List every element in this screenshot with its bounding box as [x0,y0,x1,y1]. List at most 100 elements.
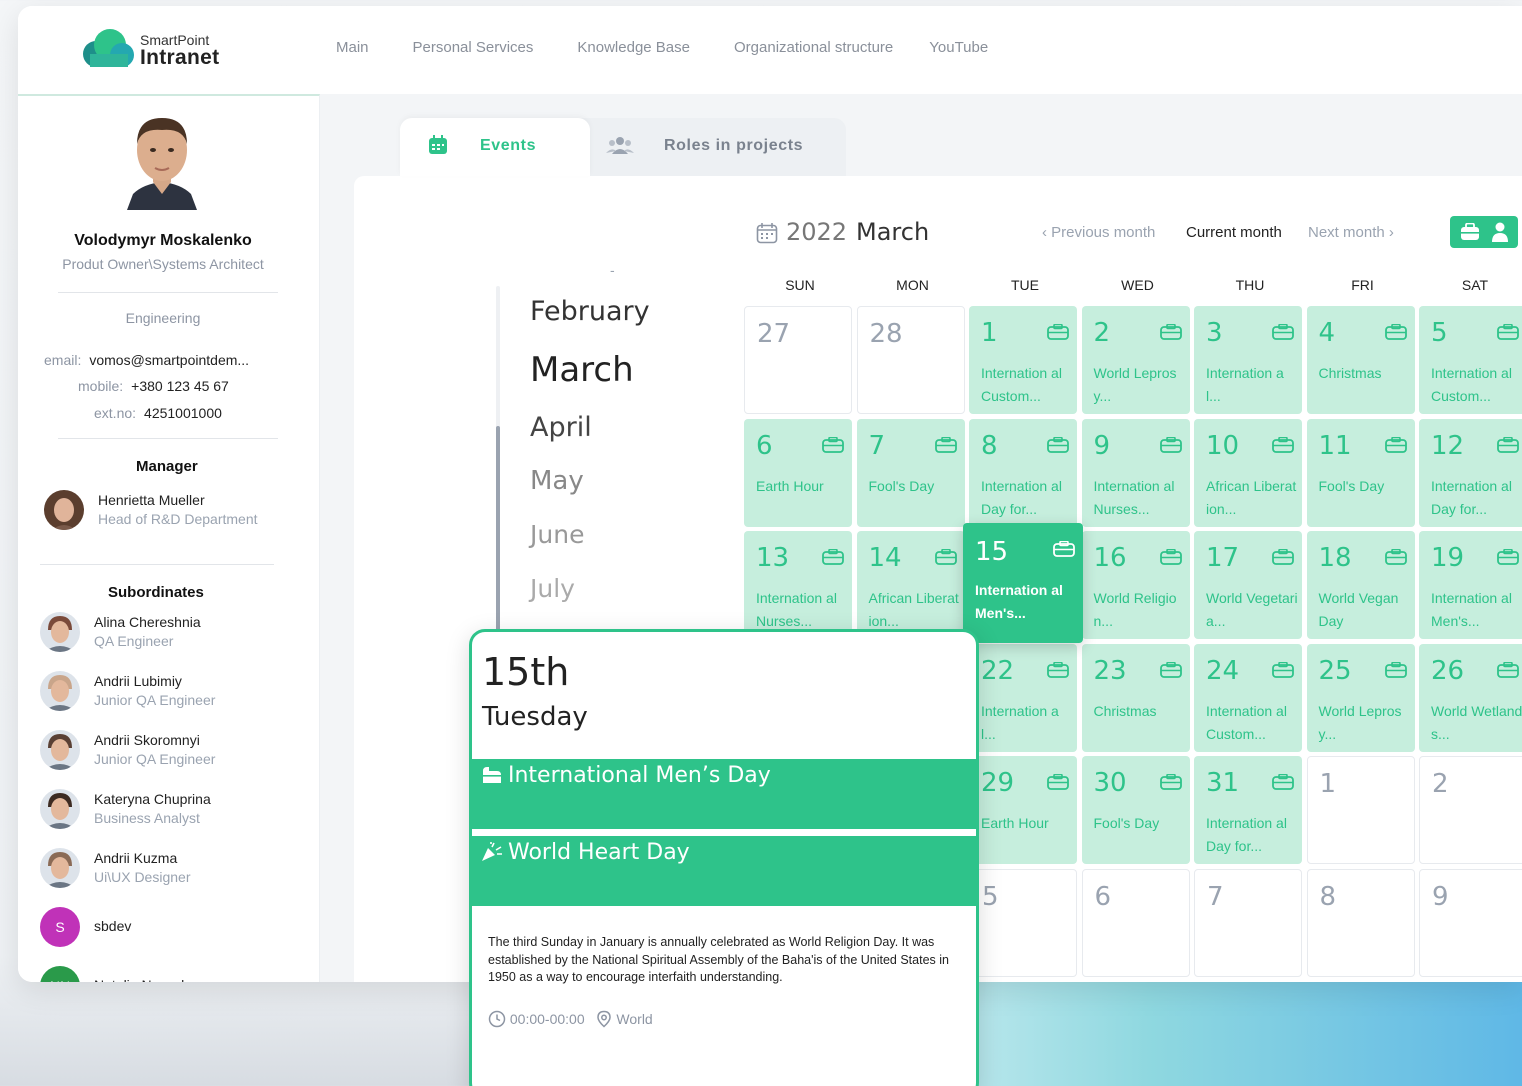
tab-events[interactable]: Events [400,118,590,176]
calendar-day-cell[interactable]: 4 Christmas [1306,306,1415,414]
calendar-day-cell[interactable]: 14 African Liberation... [856,531,965,639]
day-number: 3 [1206,318,1223,348]
calendar-day-cell[interactable]: 2 [1419,756,1522,864]
calendar-day-cell[interactable]: 26 World Wetlands... [1419,643,1522,752]
month-item-march[interactable]: March [530,350,634,390]
calendar-day-cell[interactable]: 27 [744,306,852,414]
subordinate-item[interactable]: Andrii Skoromnyi Junior QA Engineer [40,730,300,772]
location-pin-icon [596,1010,611,1028]
briefcase-icon [1497,661,1519,678]
calendar-day-cell[interactable]: 12 Internation al Day for... [1419,418,1522,527]
profile-photo [127,118,197,210]
profile-department[interactable]: Engineering [18,310,308,326]
calendar-day-cell[interactable]: 13 Internation al Nurses... [744,531,852,639]
calendar-day-cell[interactable]: 17 World Vegetaria... [1194,531,1302,639]
calendar-day-cell[interactable]: 8 Internation al Day for... [969,418,1077,527]
day-number: 23 [1093,655,1127,686]
calendar-day-cell[interactable]: 1 [1306,756,1415,864]
calendar-outline-icon [756,223,778,244]
subordinate-item[interactable]: NN Natalia Nenych [40,966,300,982]
briefcase-icon [1159,661,1182,678]
previous-month-link[interactable]: ‹ Previous month [1042,224,1155,241]
calendar-day-cell[interactable]: 18 World Vegan Day [1306,531,1415,639]
calendar-view-toggle[interactable] [1450,216,1518,248]
calendar-day-cell[interactable]: 6 [1081,868,1190,977]
calendar-day-cell[interactable]: 11 Fool's Day [1306,418,1415,527]
popup-day: 15th [482,650,570,694]
popup-event-item[interactable]: International Men’s Day [472,759,976,829]
popup-event-item[interactable]: World Heart Day [472,836,976,906]
month-item-february[interactable]: February [530,296,650,327]
calendar-day-cell[interactable]: 3 Internation al... [1194,306,1302,414]
calendar-day-cell[interactable]: 9 Internation al Nurses... [1081,418,1190,527]
calendar-day-cell[interactable]: 1 Internation al Custom... [969,306,1077,414]
next-month-link[interactable]: Next month › [1308,224,1394,241]
nav-organizational-structure[interactable]: Organizational structure [734,39,893,56]
day-number: 8 [1319,881,1337,912]
subordinate-item[interactable]: Andrii Lubimiy Junior QA Engineer [40,671,300,713]
month-item-july[interactable]: July [530,574,575,603]
day-number: 28 [869,319,903,349]
calendar-day-cell[interactable]: 10 African Liberation... [1194,418,1302,527]
profile-ext-row: ext.no: 4251001000 [94,405,222,421]
day-event-label: Fool's Day [1318,477,1385,494]
calendar-day-cell[interactable]: 2 World Leprosy... [1081,306,1190,414]
calendar-day-cell[interactable]: 29 Earth Hour [969,756,1077,864]
calendar-day-cell[interactable]: 8 [1306,868,1415,977]
month-scroll-thumb[interactable] [496,426,500,646]
logo[interactable]: SmartPoint Intranet [82,26,232,70]
month-item-june[interactable]: June [530,520,584,549]
calendar-day-cell[interactable]: 23 Christmas [1081,643,1190,752]
briefcase-icon [1272,773,1294,790]
divider [58,292,278,293]
nav-main[interactable]: Main [336,39,369,56]
month-item-may[interactable]: May [530,466,584,496]
calendar-day-cell[interactable]: 19 Internation al Men's... [1419,531,1522,639]
profile-ext: 4251001000 [144,405,222,421]
manager-card[interactable]: Henrietta Mueller Head of R&D Department [44,490,304,532]
day-event-label: World Vegan Day [1318,590,1399,629]
calendar-day-cell[interactable]: 30 Fool's Day [1081,756,1190,864]
day-number: 19 [1431,543,1465,573]
briefcase-icon [1384,436,1407,453]
calendar-day-cell[interactable]: 24 Internation al Custom... [1194,643,1302,752]
profile-email[interactable]: vomos@smartpointdem... [89,352,249,368]
calendar-day-cell[interactable]: 28 [856,306,965,414]
calendar-day-cell[interactable]: 5 [969,868,1077,977]
day-event-label: Fool's Day [868,477,935,494]
subordinate-item[interactable]: Andrii Kuzma Ui\UX Designer [40,848,300,890]
day-event-label: Internation al Day for... [1206,815,1287,854]
calendar-day-cell[interactable]: 7 Fool's Day [856,418,965,527]
subordinate-item[interactable]: Alina Chereshnia QA Engineer [40,612,300,654]
nav-knowledge-base[interactable]: Knowledge Base [577,39,690,56]
nav-personal-services[interactable]: Personal Services [413,39,534,56]
calendar-day-cell[interactable]: 7 [1194,868,1302,977]
calendar-day-cell[interactable]: 15 Internation al Men's... [963,523,1083,643]
weekday-label: THU [1235,277,1265,293]
main-nav: Main Personal Services Knowledge Base Or… [336,39,1032,56]
subordinate-item[interactable]: Kateryna Chuprina Business Analyst [40,789,300,831]
calendar-day-cell[interactable]: 16 World Religion... [1081,531,1190,639]
calendar-day-cell[interactable]: 9 [1419,868,1522,977]
calendar-month: March [856,218,930,246]
calendar-day-cell[interactable]: 25 World Leprosy... [1306,643,1415,752]
subordinate-item[interactable]: Ssbdev [40,907,300,949]
day-event-label: World Leprosy... [1093,365,1177,404]
weekday-label: SAT [1461,277,1489,293]
popup-event-title: World Heart Day [508,840,690,865]
subordinate-role: Junior QA Engineer [94,751,216,767]
divider [58,438,278,439]
calendar-day-cell[interactable]: 5 Internation al Custom... [1419,306,1522,414]
calendar-day-cell[interactable]: 22 Internation al... [969,643,1077,752]
calendar-day-cell[interactable]: 31 Internation al Day for... [1194,756,1302,864]
day-number: 2 [1432,769,1449,799]
day-number: 1 [981,318,998,348]
day-number: 2 [1093,318,1111,348]
tab-events-label: Events [480,137,537,154]
month-item-april[interactable]: April [530,412,592,443]
tab-roles-label: Roles in projects [664,137,804,154]
calendar-day-cell[interactable]: 6 Earth Hour [744,418,852,527]
tab-roles-in-projects[interactable]: Roles in projects [566,118,846,176]
nav-youtube[interactable]: YouTube [929,39,988,56]
current-month-link[interactable]: Current month [1186,224,1282,241]
